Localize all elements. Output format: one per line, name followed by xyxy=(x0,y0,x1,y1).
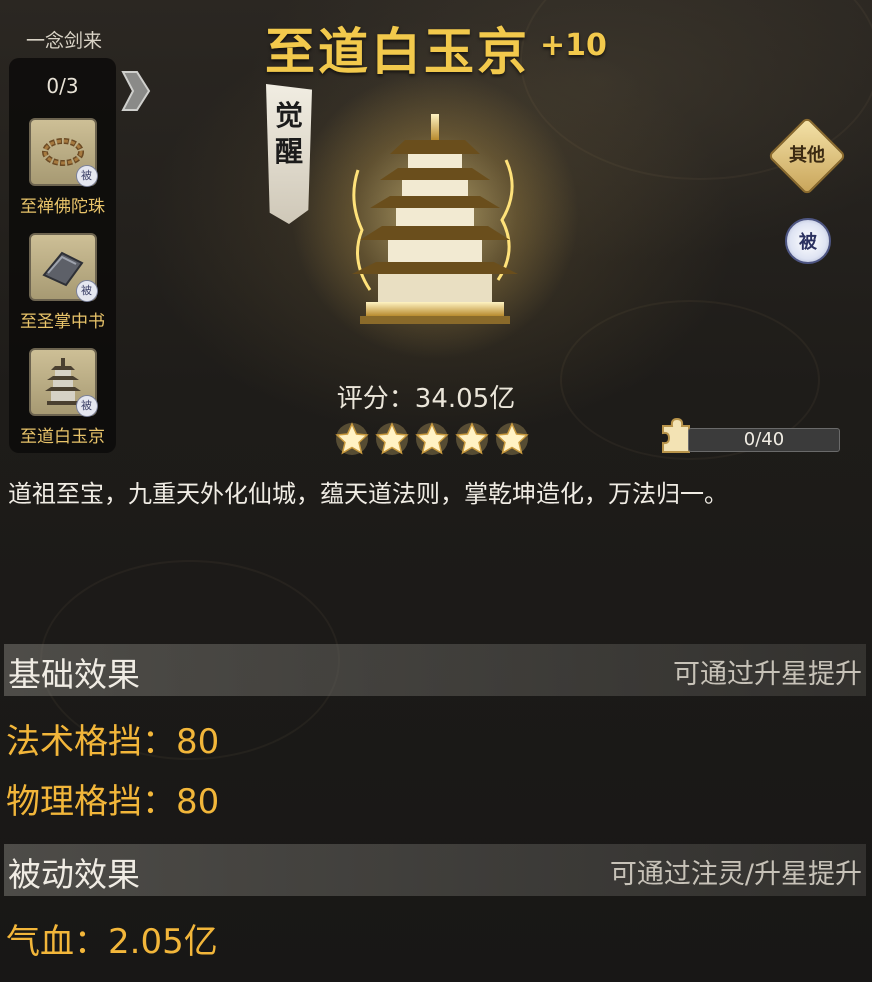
slot-name: 至禅佛陀珠 xyxy=(20,197,105,217)
passive-effect-title: 被动效果 xyxy=(8,855,140,894)
passive-effect-header: 被动效果 可通过注灵/升星提升 xyxy=(4,844,866,896)
stat-hp: 气血：2.05亿 xyxy=(6,922,218,962)
star-icon xyxy=(335,422,369,455)
slot-name: 至道白玉京 xyxy=(20,427,105,447)
star-rating xyxy=(334,421,530,457)
passive-effect-hint: 可通过注灵/升星提升 xyxy=(609,859,862,890)
score: 评分：34.05亿 xyxy=(0,378,852,415)
fragment-progress-text: 0/40 xyxy=(743,429,785,450)
star-icon xyxy=(495,422,529,455)
scroll-book-icon: 被 xyxy=(28,233,98,302)
awaken-char: 醒 xyxy=(274,135,303,168)
star-icon xyxy=(415,422,449,455)
slot-name: 至圣掌中书 xyxy=(20,312,105,332)
awaken-banner[interactable]: 觉 醒 xyxy=(266,84,312,224)
passive-button[interactable]: 被 xyxy=(785,218,831,264)
star-icon xyxy=(455,422,489,455)
score-value: 34.05亿 xyxy=(414,384,516,414)
item-description: 道祖至宝，九重天外化仙城，蕴天道法则，掌乾坤造化，万法归一。 xyxy=(8,480,728,508)
other-button[interactable]: 其他 xyxy=(781,130,833,182)
item-level: +10 xyxy=(540,28,607,63)
pagoda-icon xyxy=(352,114,518,324)
series-slot-1[interactable]: 被 至圣掌中书 xyxy=(9,233,116,332)
stat-physical-block: 物理格挡：80 xyxy=(6,782,220,822)
awaken-char: 觉 xyxy=(274,99,303,132)
fragment-progress-bar: 0/40 xyxy=(688,428,840,452)
base-effect-title: 基础效果 xyxy=(8,655,140,694)
series-slot-0[interactable]: 被 至禅佛陀珠 xyxy=(9,118,116,217)
base-effect-header: 基础效果 可通过升星提升 xyxy=(4,644,866,696)
item-name: 至道白玉京 xyxy=(265,23,531,81)
stat-spell-block: 法术格挡：80 xyxy=(6,722,220,762)
prayer-beads-icon: 被 xyxy=(28,118,98,187)
passive-badge: 被 xyxy=(75,280,98,302)
base-effect-hint: 可通过升星提升 xyxy=(673,659,862,690)
passive-badge: 被 xyxy=(75,165,98,187)
star-icon xyxy=(375,422,409,455)
score-label: 评分： xyxy=(336,384,415,414)
